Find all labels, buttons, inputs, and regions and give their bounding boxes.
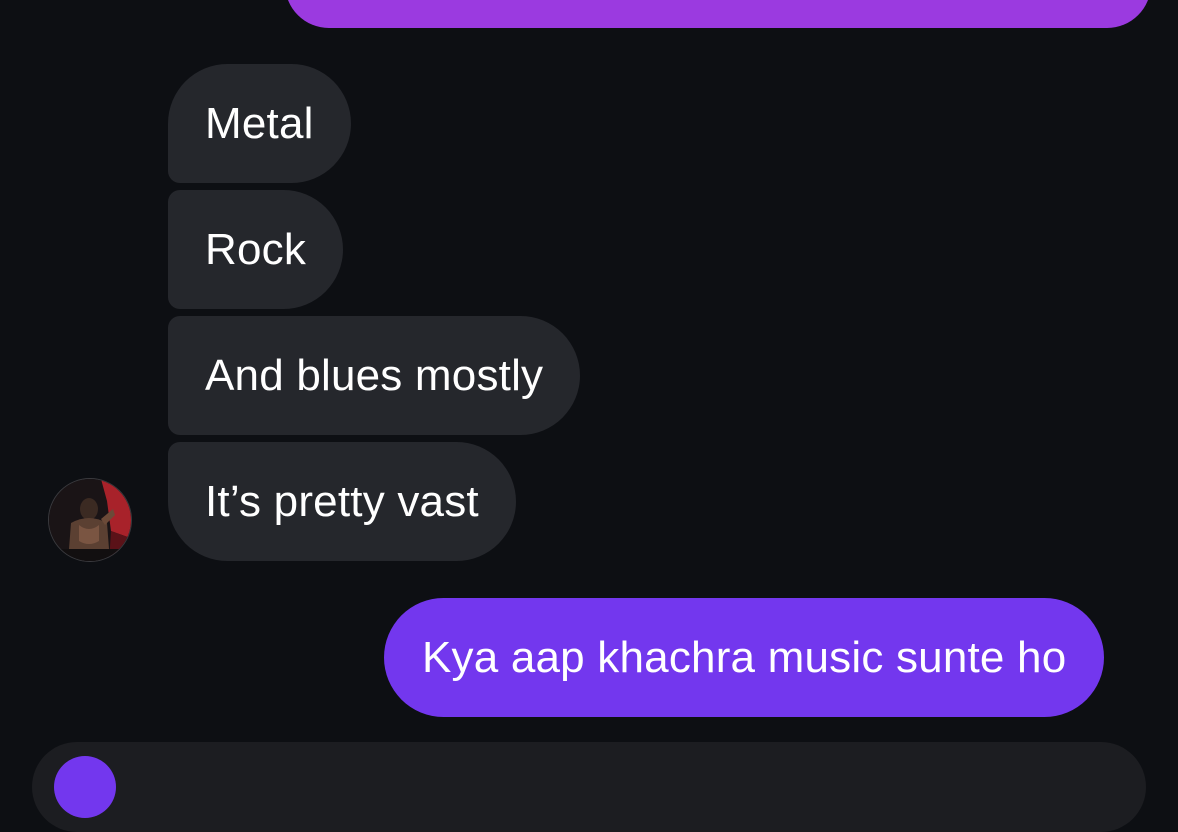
user-avatar-icon xyxy=(49,479,131,561)
sender-avatar[interactable] xyxy=(48,478,132,562)
message-text: And blues mostly xyxy=(205,350,544,400)
message-text: It’s pretty vast xyxy=(205,476,479,526)
message-text: Metal xyxy=(205,98,314,148)
chat-thread: Metal Rock And blues mostly It’s pretty … xyxy=(0,0,1178,765)
message-composer[interactable] xyxy=(32,742,1146,832)
message-text: Rock xyxy=(205,224,307,274)
incoming-message-bubble[interactable]: And blues mostly xyxy=(168,316,581,435)
incoming-message-bubble[interactable]: Rock xyxy=(168,190,344,309)
message-text: Kya aap khachra music sunte ho xyxy=(422,632,1067,682)
outgoing-message-bubble[interactable]: Kya aap khachra music sunte ho xyxy=(384,598,1105,717)
camera-icon[interactable] xyxy=(54,756,116,818)
incoming-message-bubble[interactable]: Metal xyxy=(168,64,351,183)
previous-outgoing-message-bubble[interactable] xyxy=(285,0,1151,28)
incoming-message-bubble[interactable]: It’s pretty vast xyxy=(168,442,516,561)
